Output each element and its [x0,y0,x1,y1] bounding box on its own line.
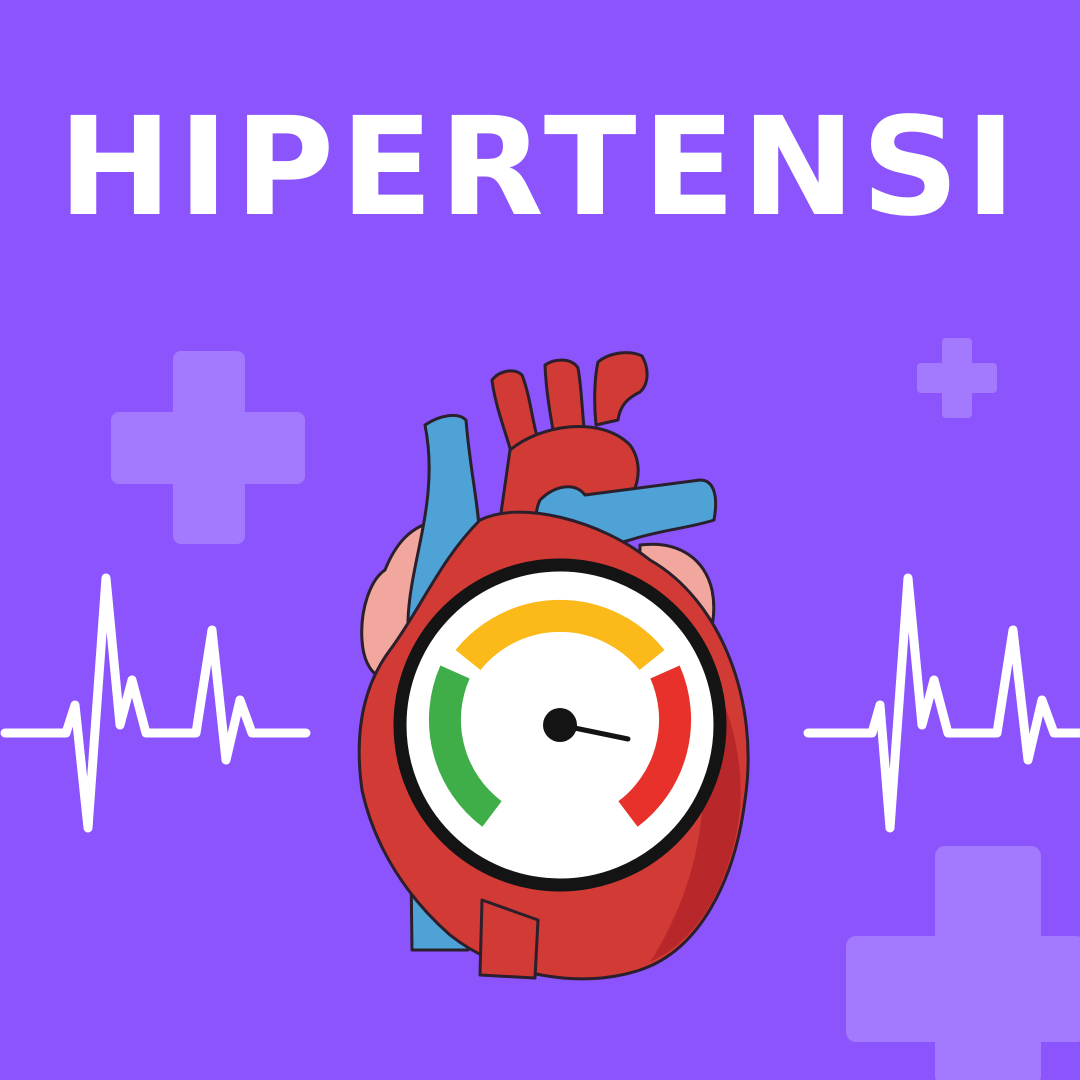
pressure-gauge-icon [393,558,727,892]
poster: HIPERTENSI [0,0,1080,1080]
page-title: HIPERTENSI [58,89,1022,247]
gauge-hub [543,708,577,742]
